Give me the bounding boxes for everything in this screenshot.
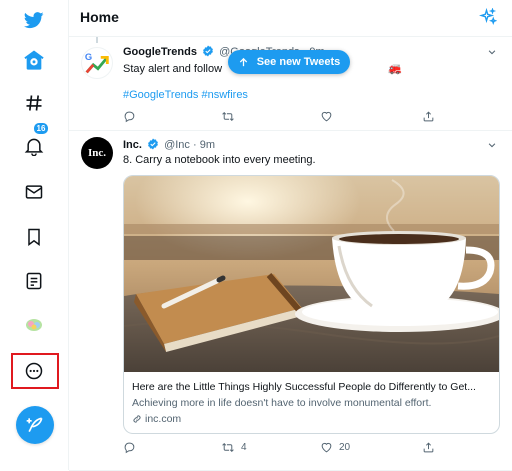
svg-text:G: G bbox=[85, 52, 92, 62]
coffee-notebook-image bbox=[124, 176, 499, 372]
verified-badge-icon bbox=[203, 45, 213, 57]
card-description: Achieving more in life doesn't have to i… bbox=[132, 397, 432, 409]
verified-badge-icon bbox=[148, 138, 158, 150]
author-name[interactable]: Inc. bbox=[123, 139, 142, 151]
avatar-icon[interactable] bbox=[14, 305, 54, 345]
thread-line bbox=[96, 37, 98, 43]
retweet-button[interactable] bbox=[221, 110, 241, 123]
chevron-down-icon[interactable] bbox=[485, 45, 499, 59]
retweet-icon bbox=[222, 112, 234, 121]
share-icon bbox=[423, 111, 434, 122]
tweet-inc[interactable]: Inc. Inc. @Inc · 9m 8. Carry a notebook … bbox=[69, 131, 512, 471]
card-domain-text: inc.com bbox=[145, 413, 182, 425]
more-highlight-box bbox=[11, 353, 59, 389]
home-icon[interactable] bbox=[14, 40, 54, 80]
tweet-time[interactable]: 9m bbox=[200, 139, 215, 151]
tweet-actions bbox=[123, 110, 503, 124]
retweet-count: 4 bbox=[241, 442, 247, 453]
fire-engine-emoji: 🚒 bbox=[388, 63, 402, 75]
heart-icon bbox=[321, 111, 332, 122]
tweet-text-start: Stay alert and follow bbox=[123, 63, 223, 75]
reply-icon bbox=[124, 442, 135, 454]
timeline-header: Home bbox=[69, 0, 512, 37]
link-preview-card[interactable]: Here are the Little Things Highly Succes… bbox=[123, 175, 500, 434]
tweet-actions: 4 20 bbox=[123, 441, 503, 455]
share-button[interactable] bbox=[422, 441, 435, 454]
see-new-tweets-label: See new Tweets bbox=[256, 56, 341, 68]
chevron-down-icon[interactable] bbox=[485, 138, 499, 152]
card-title: Here are the Little Things Highly Succes… bbox=[132, 381, 476, 393]
twitter-logo-icon[interactable] bbox=[14, 0, 54, 40]
hashtag-icon[interactable] bbox=[14, 83, 54, 123]
reply-button[interactable] bbox=[123, 441, 142, 454]
see-new-tweets-button[interactable]: See new Tweets bbox=[228, 50, 350, 74]
feather-plus-icon bbox=[26, 417, 43, 433]
list-icon[interactable] bbox=[14, 261, 54, 301]
like-count: 20 bbox=[339, 442, 351, 453]
tweet-hashtags[interactable]: #GoogleTrends #nswfires bbox=[123, 89, 248, 101]
inc-avatar[interactable]: Inc. bbox=[81, 137, 113, 169]
like-button[interactable]: 20 bbox=[320, 441, 350, 454]
arrow-up-icon bbox=[239, 57, 247, 66]
compose-tweet-button[interactable] bbox=[16, 406, 54, 444]
bell-icon[interactable]: 16 bbox=[14, 122, 54, 166]
mail-icon[interactable] bbox=[14, 172, 54, 212]
link-icon bbox=[133, 415, 141, 423]
sidebar-nav: 16 bbox=[0, 0, 69, 470]
author-handle[interactable]: @Inc bbox=[164, 139, 190, 151]
tweet-header: Inc. @Inc · 9m bbox=[123, 138, 215, 151]
heart-icon bbox=[321, 442, 332, 453]
notification-badge: 16 bbox=[33, 122, 49, 135]
author-name[interactable]: GoogleTrends bbox=[123, 46, 197, 58]
home-timeline: Home G GoogleTrends @GoogleTrends · 9m S… bbox=[69, 0, 512, 471]
retweet-icon bbox=[222, 443, 234, 452]
reply-button[interactable] bbox=[123, 110, 142, 123]
share-icon bbox=[423, 442, 434, 453]
page-title: Home bbox=[80, 9, 119, 25]
sparkle-icon[interactable] bbox=[477, 6, 499, 28]
tweet-text: 8. Carry a notebook into every meeting. bbox=[123, 154, 316, 166]
googletrends-avatar[interactable]: G bbox=[81, 47, 113, 79]
retweet-button[interactable]: 4 bbox=[221, 441, 247, 454]
share-button[interactable] bbox=[422, 110, 435, 123]
card-domain: inc.com bbox=[132, 413, 181, 425]
inc-avatar-logo: Inc. bbox=[87, 147, 107, 159]
bookmark-icon[interactable] bbox=[14, 217, 54, 257]
reply-icon bbox=[124, 111, 135, 123]
like-button[interactable] bbox=[320, 110, 339, 123]
